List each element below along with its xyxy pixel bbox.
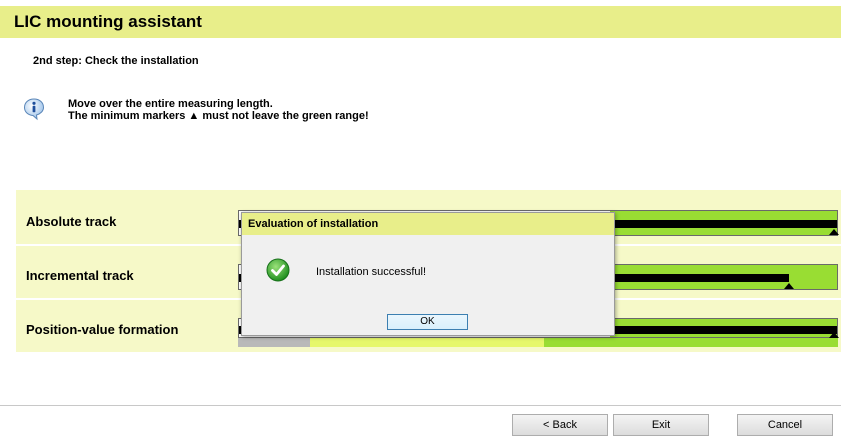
ok-button[interactable]: OK (387, 314, 468, 330)
track-label-absolute: Absolute track (26, 214, 117, 229)
info-message: Move over the entire measuring length. T… (68, 98, 369, 122)
range-indicator-strip (238, 338, 838, 347)
track-label-position: Position-value formation (26, 322, 179, 337)
title-bar: LIC mounting assistant (0, 6, 841, 38)
minimum-marker (829, 229, 839, 235)
success-check-icon (266, 258, 290, 282)
dialog-title: Evaluation of installation (248, 218, 379, 230)
minimum-marker (784, 283, 795, 289)
info-line-1: Move over the entire measuring length. (68, 98, 273, 110)
range-yellow-segment (310, 338, 544, 347)
info-line-2: The minimum markers ▲ must not leave the… (68, 110, 369, 122)
footer-divider (0, 405, 841, 406)
dialog-message: Installation successful! (316, 266, 427, 278)
app-title: LIC mounting assistant (14, 12, 202, 31)
range-gray-segment (238, 338, 310, 347)
dialog-title-bar: Evaluation of installation (242, 213, 614, 235)
info-icon (23, 98, 45, 121)
back-button[interactable]: < Back (512, 414, 608, 436)
exit-button[interactable]: Exit (613, 414, 709, 436)
cancel-button[interactable]: Cancel (737, 414, 833, 436)
evaluation-dialog: Evaluation of installation Installation … (241, 212, 615, 336)
step-label: 2nd step: Check the installation (33, 55, 199, 67)
range-green-segment (544, 338, 838, 347)
track-label-incremental: Incremental track (26, 268, 134, 283)
